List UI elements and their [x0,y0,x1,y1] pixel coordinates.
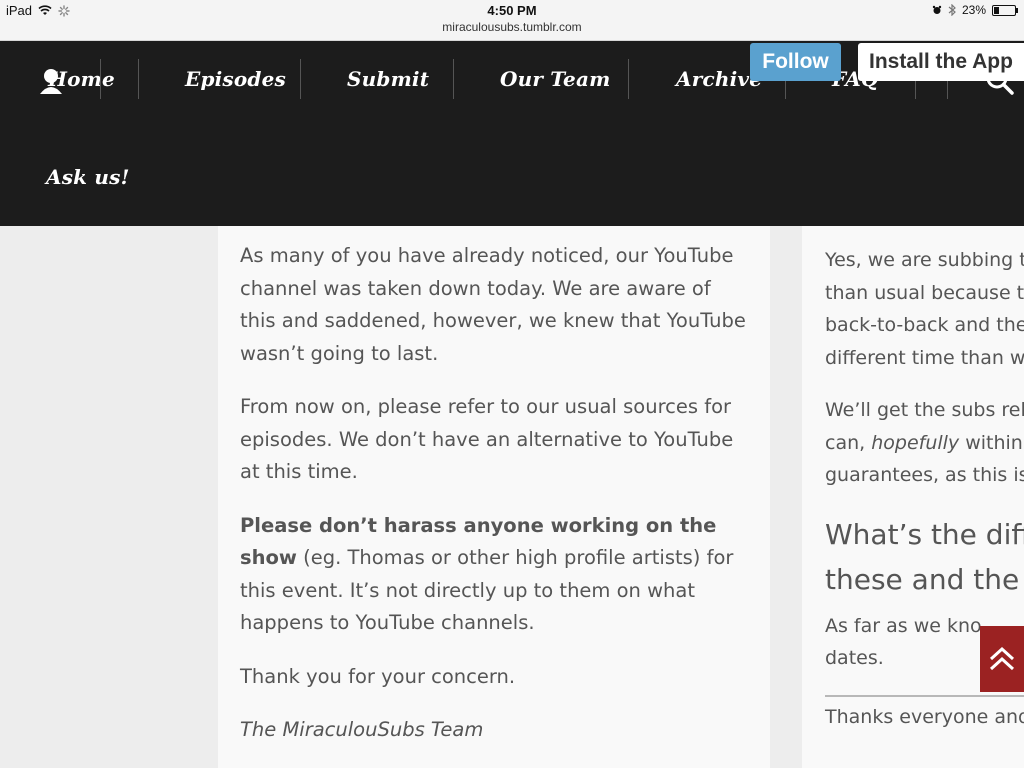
side-line: than usual because t [825,281,1024,304]
side-line: back-to-back and the [825,314,1024,336]
battery-percent: 23% [961,3,986,17]
side-line: As far as we kno [825,614,982,637]
side-line: different time than we [825,346,1024,369]
side-footer-text: Thanks everyone and [825,705,1024,728]
battery-icon [992,4,1018,16]
nav-divider [300,59,301,99]
nav-divider [100,59,101,99]
side-line: can, [825,431,872,454]
nav-item-home[interactable]: Home [48,67,115,91]
nav-divider [138,59,139,99]
nav-item-submit[interactable]: Submit [347,67,429,91]
side-line: within [959,431,1023,454]
main-post: As many of you have already noticed, our… [218,226,770,768]
install-app-button[interactable]: Install the App [858,43,1024,81]
nav-item-episodes[interactable]: Episodes [185,67,286,91]
side-line: We’ll get the subs rele [825,399,1024,421]
side-heading: What’s the diff these and the [825,512,1024,602]
status-right: 23% [932,3,1018,17]
side-paragraph: We’ll get the subs rele can, hopefully w… [825,394,1024,492]
nav-divider [453,59,454,99]
side-divider [825,694,1024,697]
post-paragraph-rest: (eg. Thomas or other high profile artist… [240,546,734,634]
alarm-icon [932,5,942,14]
side-line: guarantees, as this is [825,464,1024,486]
follow-button[interactable]: Follow [750,43,841,81]
side-line: Yes, we are subbing t [825,249,1024,271]
side-heading-line: What’s the diff [825,517,1024,551]
side-emphasis: hopefully [871,431,960,454]
post-paragraph: Please don’t harass anyone working on th… [240,510,748,640]
battery-fill [994,6,1000,14]
nav-divider [628,59,629,99]
post-paragraph: As many of you have already noticed, our… [240,244,746,365]
nav-item-ask-us[interactable]: Ask us! [46,165,130,189]
status-bar: iPad 4:50 PM miraculousubs.tumblr.com 23… [0,0,1024,41]
address-url[interactable]: miraculousubs.tumblr.com [0,20,1024,34]
nav-item-our-team[interactable]: Our Team [500,67,611,91]
side-paragraph: Yes, we are subbing t than usual because… [825,244,1024,374]
side-heading-line: these and the [825,562,1020,596]
side-line: dates. [825,647,884,669]
post-paragraph: Thank you for your concern. [240,664,516,688]
double-chevron-up-icon [989,646,1015,671]
post-signature: The MiraculouSubs Team [240,718,484,741]
status-time: 4:50 PM [487,3,537,18]
post-paragraph: From now on, please refer to our usual s… [240,395,734,483]
scroll-to-top-button[interactable] [980,626,1024,692]
bluetooth-icon [948,4,956,16]
